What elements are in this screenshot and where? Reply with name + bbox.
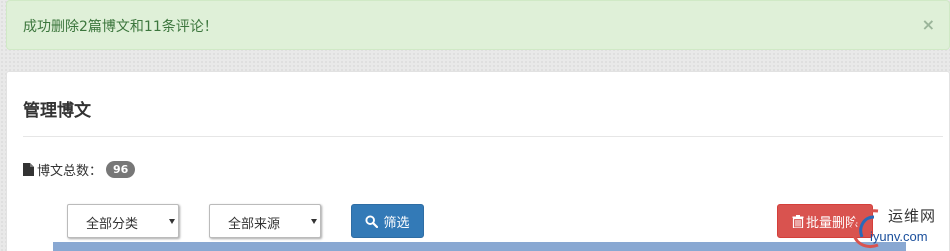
- watermark-en: iyunv.com: [870, 229, 928, 244]
- watermark-cn: 运维网: [888, 207, 937, 225]
- post-count-row: 博文总数： 96: [23, 160, 136, 179]
- success-alert: 成功删除2篇博文和11条评论！ ×: [6, 0, 950, 50]
- chevron-down-icon: [169, 219, 175, 224]
- post-count-label: 博文总数：: [37, 164, 103, 179]
- logo-swoosh-icon: [851, 209, 879, 249]
- post-count-badge: 96: [106, 161, 136, 178]
- category-select[interactable]: 全部分类: [67, 204, 179, 238]
- watermark-logo: 运维网 iyunv.com: [848, 203, 950, 251]
- filter-button-label: 筛选: [383, 215, 410, 231]
- file-icon: [23, 163, 34, 176]
- source-select[interactable]: 全部来源: [209, 204, 321, 238]
- divider: [23, 136, 943, 137]
- table-header: [53, 242, 906, 251]
- search-icon: [365, 214, 379, 228]
- manage-posts-panel: 管理博文 博文总数： 96 全部分类 全部来源 筛选 批量删除: [6, 71, 950, 251]
- close-icon[interactable]: ×: [922, 15, 935, 34]
- category-select-value: 全部分类: [86, 217, 139, 232]
- chevron-down-icon: [311, 219, 317, 224]
- alert-message: 成功删除2篇博文和11条评论！: [23, 19, 218, 35]
- trash-icon: [792, 214, 804, 228]
- source-select-value: 全部来源: [228, 217, 281, 232]
- filter-button[interactable]: 筛选: [351, 204, 424, 238]
- page-title: 管理博文: [23, 101, 91, 121]
